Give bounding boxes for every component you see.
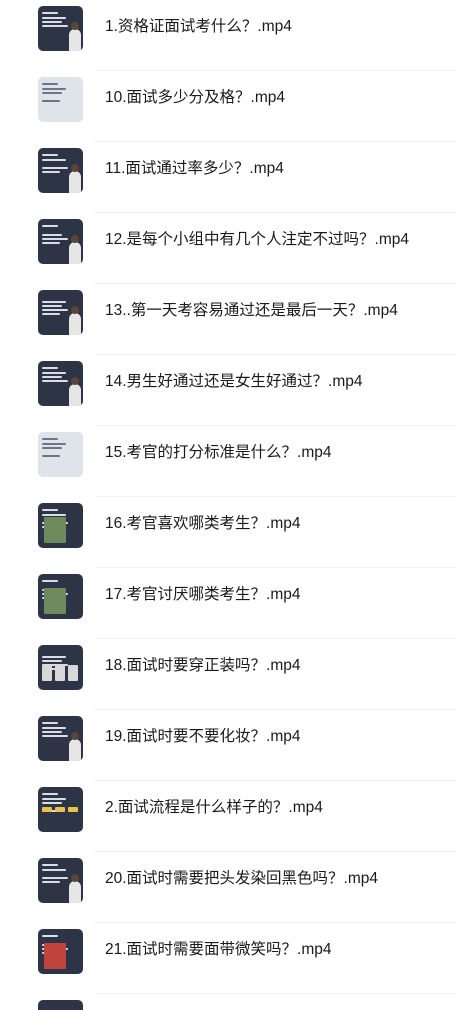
file-row[interactable]: 14.男生好通过还是女生好通过？.mp4 [0,355,457,426]
file-name[interactable]: 19.面试时要不要化妆？.mp4 [105,726,301,748]
video-thumbnail[interactable] [38,645,83,690]
file-name[interactable]: 21.面试时需要面带微笑吗？.mp4 [105,939,332,961]
video-file-list: 1.资格证面试考什么？.mp4 10.面试多少分及格？.mp4 11.面试通过率多少… [0,0,457,1010]
video-thumbnail[interactable] [38,432,83,477]
file-row[interactable]: 19.面试时要不要化妆？.mp4 [0,710,457,781]
file-name[interactable]: 12.是每个小组中有几个人注定不过吗？.mp4 [105,229,409,251]
video-thumbnail[interactable] [38,503,83,548]
file-row[interactable]: 1.资格证面试考什么？.mp4 [0,0,457,71]
video-thumbnail[interactable] [38,6,83,51]
file-name[interactable]: 17.考官讨厌哪类考生？.mp4 [105,584,301,606]
file-row[interactable]: 10.面试多少分及格？.mp4 [0,71,457,142]
file-name[interactable]: 1.资格证面试考什么？.mp4 [105,16,292,38]
file-row[interactable]: 20.面试时需要把头发染回黑色吗？.mp4 [0,852,457,923]
file-row[interactable]: 18.面试时要穿正装吗？.mp4 [0,639,457,710]
video-thumbnail-partial[interactable] [38,1000,83,1010]
file-row[interactable]: 17.考官讨厌哪类考生？.mp4 [0,568,457,639]
file-row[interactable]: 13..第一天考容易通过还是最后一天？.mp4 [0,284,457,355]
file-name[interactable]: 20.面试时需要把头发染回黑色吗？.mp4 [105,868,378,890]
video-thumbnail[interactable] [38,787,83,832]
video-thumbnail[interactable] [38,361,83,406]
video-thumbnail[interactable] [38,929,83,974]
file-name[interactable]: 13..第一天考容易通过还是最后一天？.mp4 [105,300,398,322]
file-row[interactable]: 12.是每个小组中有几个人注定不过吗？.mp4 [0,213,457,284]
row-divider [95,993,457,994]
video-thumbnail[interactable] [38,77,83,122]
video-thumbnail[interactable] [38,219,83,264]
file-name[interactable]: 18.面试时要穿正装吗？.mp4 [105,655,301,677]
file-name[interactable]: 11.面试通过率多少？.mp4 [105,158,284,180]
file-name[interactable]: 14.男生好通过还是女生好通过？.mp4 [105,371,363,393]
video-thumbnail[interactable] [38,858,83,903]
file-name[interactable]: 10.面试多少分及格？.mp4 [105,87,285,109]
video-thumbnail[interactable] [38,290,83,335]
file-name[interactable]: 2.面试流程是什么样子的？.mp4 [105,797,323,819]
file-row[interactable]: 21.面试时需要面带微笑吗？.mp4 [0,923,457,994]
file-row[interactable]: 16.考官喜欢哪类考生？.mp4 [0,497,457,568]
file-row[interactable]: 2.面试流程是什么样子的？.mp4 [0,781,457,852]
video-thumbnail[interactable] [38,716,83,761]
file-name[interactable]: 16.考官喜欢哪类考生？.mp4 [105,513,301,535]
file-row[interactable]: 15.考官的打分标准是什么？.mp4 [0,426,457,497]
file-row[interactable]: 11.面试通过率多少？.mp4 [0,142,457,213]
video-thumbnail[interactable] [38,148,83,193]
file-name[interactable]: 15.考官的打分标准是什么？.mp4 [105,442,332,464]
video-thumbnail[interactable] [38,574,83,619]
